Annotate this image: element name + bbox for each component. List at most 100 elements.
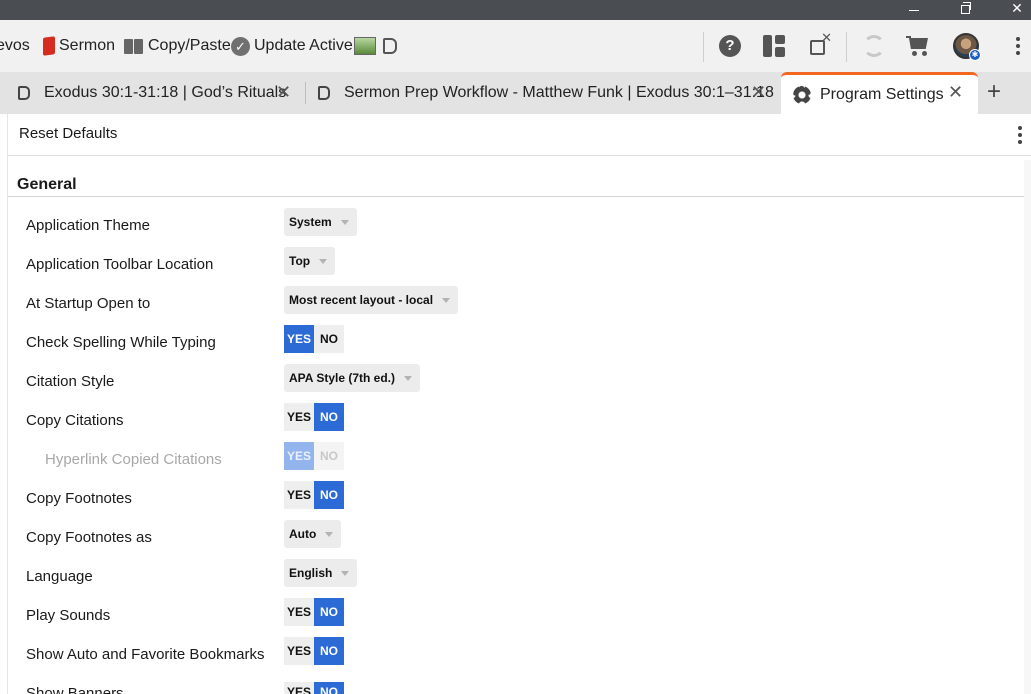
window-close-button[interactable]: ✕ [1002,0,1031,20]
section-divider [8,196,1031,197]
tab-close-button[interactable]: ✕ [948,82,963,103]
toggle-no-button[interactable]: NO [314,637,344,665]
toggle-yes-button: YES [284,442,314,470]
setting-show-bookmarks: Show Auto and Favorite Bookmarks YES NO [8,637,1031,682]
toolbar-item-label: Update Active [254,37,353,54]
setting-copy-citations: Copy Citations YES NO [8,403,1031,448]
setting-label: Check Spelling While Typing [26,334,216,351]
tab-divider [305,82,306,104]
tab-sermon-prep-workflow[interactable]: Sermon Prep Workflow - Matthew Funk | Ex… [318,72,778,114]
toggle-no-button[interactable]: NO [314,598,344,626]
setting-citation-style: Citation Style APA Style (7th ed.) [8,364,1031,409]
gear-icon [793,85,811,104]
toggle-yes-button[interactable]: YES [284,481,314,509]
setting-label: Play Sounds [26,607,111,624]
setting-play-sounds: Play Sounds YES NO [8,598,1031,643]
red-book-icon [43,36,55,56]
toggle-no-button[interactable]: NO [314,403,344,431]
sync-icon [863,35,885,57]
setting-label: Language [26,568,93,585]
tab-strip: Exodus 30:1-31:18 | God’s Rituals ✕ Serm… [0,72,1031,114]
more-vertical-icon [1017,126,1023,144]
setting-application-theme: Application Theme System [8,208,1031,253]
toolbar-document-shortcut[interactable] [383,32,401,60]
setting-hyperlink-citations: Hyperlink Copied Citations YES NO [8,442,1031,487]
minimize-icon [909,9,919,11]
select-value: System [289,215,332,229]
tab-close-button[interactable]: ✕ [751,82,766,103]
toolbar-item-devos[interactable]: evos [0,32,30,60]
new-tab-button[interactable]: + [987,80,1001,104]
setting-label: Copy Citations [26,412,124,429]
app-menu-button[interactable] [1005,33,1031,59]
toggle-no-button[interactable]: NO [314,682,344,694]
language-select[interactable]: English [284,559,358,587]
select-value: APA Style (7th ed.) [289,371,396,385]
checkmark-circle-icon: ✓ [231,36,250,56]
setting-label: Citation Style [26,373,115,390]
toggle-yes-button[interactable]: YES [284,325,314,353]
chevron-down-icon [340,219,349,225]
setting-toolbar-location: Application Toolbar Location Top [8,247,1031,292]
setting-label: Hyperlink Copied Citations [45,451,222,468]
more-vertical-icon [1015,37,1021,55]
toggle-no-button[interactable]: NO [314,481,344,509]
help-button[interactable]: ? [717,33,743,59]
toolbar-image-shortcut[interactable] [354,32,380,60]
vertical-scrollbar[interactable] [1024,160,1031,694]
application-theme-select[interactable]: System [284,208,357,236]
check-spelling-toggle: YES NO [284,325,344,353]
restore-icon [960,2,971,14]
layout-icon [763,35,785,57]
select-value: Most recent layout - local [289,293,434,307]
setting-label: Copy Footnotes as [26,529,152,546]
settings-action-bar: Reset Defaults [8,114,1031,156]
setting-label: Application Toolbar Location [26,256,214,273]
toggle-no-button[interactable]: NO [314,325,344,353]
reset-defaults-button[interactable]: Reset Defaults [19,125,117,142]
sync-button[interactable] [861,33,887,59]
toolbar-item-label: Copy/Paste [148,37,231,54]
toolbar-divider [846,32,847,62]
section-title: General [17,176,77,193]
setting-copy-footnotes: Copy Footnotes YES NO [8,481,1031,526]
account-badge-icon: ✱ [969,49,981,61]
toolbar-item-label: Sermon [59,37,116,54]
toolbar-item-update-active[interactable]: ✓ Update Active [231,32,353,60]
toggle-no-button: NO [314,442,344,470]
chevron-down-icon [325,531,334,537]
settings-panel: Reset Defaults General Application Theme… [7,114,1031,694]
tab-program-settings[interactable]: Program Settings ✕ [781,72,978,114]
toolbar-item-sermon[interactable]: Sermon [43,32,115,60]
citation-style-select[interactable]: APA Style (7th ed.) [284,364,421,392]
restore-button[interactable] [950,0,980,20]
close-panels-icon: ✕ [808,30,832,57]
chevron-down-icon [319,258,328,264]
tab-exodus-gods-rituals[interactable]: Exodus 30:1-31:18 | God’s Rituals ✕ [18,72,300,114]
toggle-yes-button[interactable]: YES [284,682,314,694]
close-panels-button[interactable]: ✕ [806,30,832,59]
layouts-button[interactable] [761,33,787,59]
toolbar-divider [703,32,704,62]
setting-label: Show Auto and Favorite Bookmarks [26,646,265,663]
cart-button[interactable] [906,33,932,59]
panel-menu-button[interactable] [1017,126,1023,144]
toolbar-location-select[interactable]: Top [284,247,336,275]
startup-open-select[interactable]: Most recent layout - local [284,286,459,314]
toolbar-item-copy-paste[interactable]: Copy/Paste [124,32,231,60]
tab-close-button[interactable]: ✕ [276,82,291,103]
shopping-cart-icon [906,35,932,57]
toggle-yes-button[interactable]: YES [284,637,314,665]
account-button[interactable]: ✱ [953,33,981,61]
tab-label: Exodus 30:1-31:18 | God’s Rituals [44,84,287,101]
minimize-button[interactable] [899,0,929,20]
copy-footnotes-toggle: YES NO [284,481,344,509]
pages-icon [124,38,144,54]
copy-footnotes-as-select[interactable]: Auto [284,520,342,548]
window-titlebar: ✕ [0,0,1031,20]
toggle-yes-button[interactable]: YES [284,403,314,431]
setting-label: At Startup Open to [26,295,151,312]
toggle-yes-button[interactable]: YES [284,598,314,626]
tab-label: Sermon Prep Workflow - Matthew Funk | Ex… [344,84,774,101]
show-banners-toggle: YES NO [284,682,344,694]
